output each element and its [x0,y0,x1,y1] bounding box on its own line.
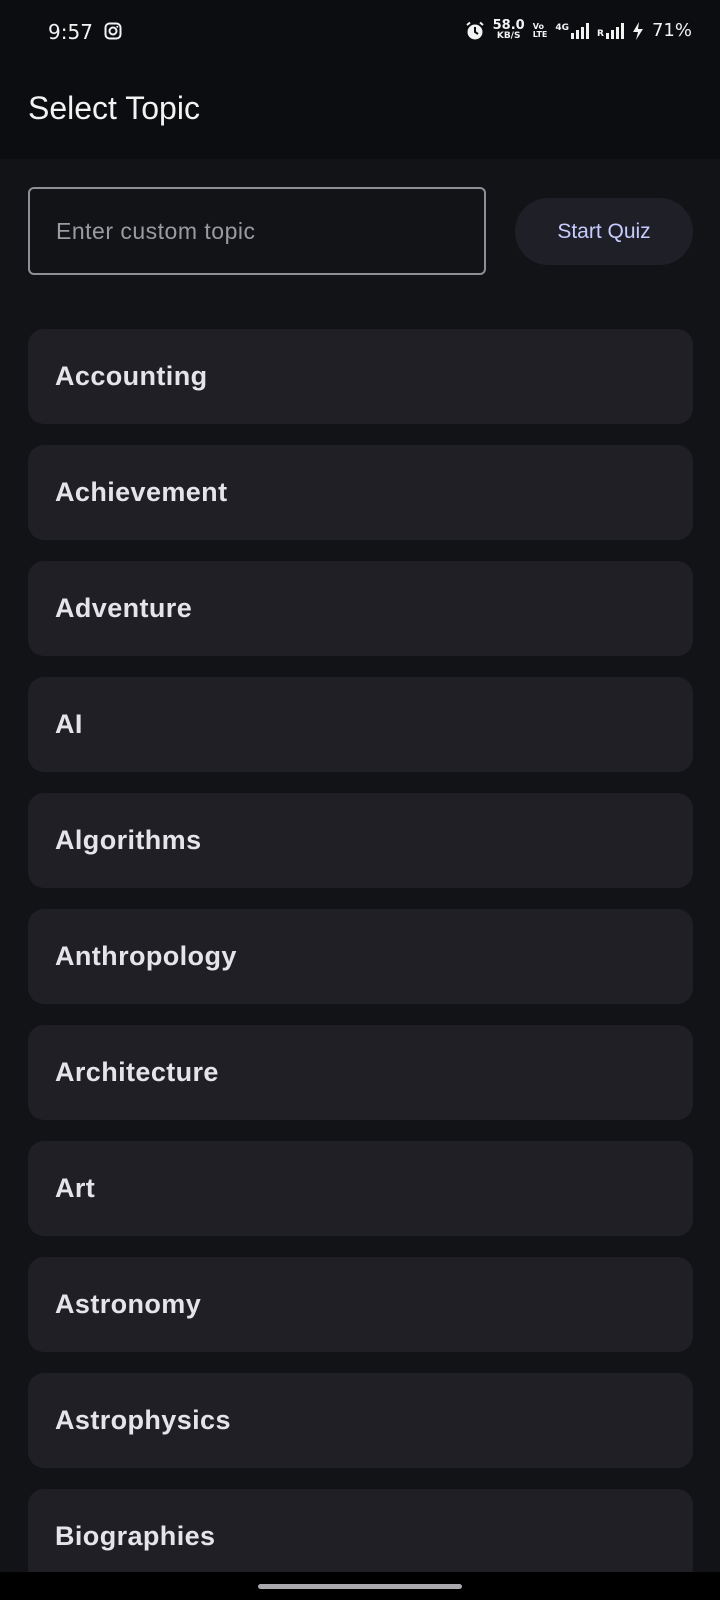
topic-item[interactable]: Architecture [28,1025,693,1120]
roaming-label: R [597,28,604,39]
topic-item[interactable]: Achievement [28,445,693,540]
topic-item[interactable]: Astronomy [28,1257,693,1352]
signal-bars-icon [571,22,590,39]
topic-item[interactable]: AI [28,677,693,772]
topic-item[interactable]: Accounting [28,329,693,424]
signal-sim1: 4G [555,22,590,39]
topic-item[interactable]: Biographies [28,1489,693,1572]
app-bar: Select Topic [0,64,720,159]
status-time: 9:57 [48,20,93,44]
status-icons: 58.0 KB/S Vo LTE 4G R 71% [465,17,692,41]
signal-sim2: R [597,22,624,39]
alarm-icon [465,21,484,39]
volte-indicator: Vo LTE [532,21,548,39]
topic-item[interactable]: Algorithms [28,793,693,888]
network-type-label: 4G [555,22,570,33]
gesture-handle[interactable] [258,1584,462,1589]
page-title: Select Topic [28,90,200,126]
topic-item[interactable]: Art [28,1141,693,1236]
signal-bars-icon [605,22,624,39]
topic-item[interactable]: Adventure [28,561,693,656]
instagram-icon [104,22,122,40]
topic-list: Accounting Achievement Adventure AI Algo… [28,329,693,1572]
topic-item[interactable]: Astrophysics [28,1373,693,1468]
custom-topic-input[interactable] [28,187,486,275]
network-speed: 58.0 KB/S [492,17,525,41]
main-content: Start Quiz Accounting Achievement Advent… [0,159,720,1572]
navigation-bar [0,1572,720,1600]
battery-percent: 71% [651,20,692,41]
start-quiz-button[interactable]: Start Quiz [515,198,693,265]
status-bar: 9:57 58.0 KB/S Vo LTE 4G R 71% [0,0,720,64]
topic-item[interactable]: Anthropology [28,909,693,1004]
charging-icon [632,21,643,40]
